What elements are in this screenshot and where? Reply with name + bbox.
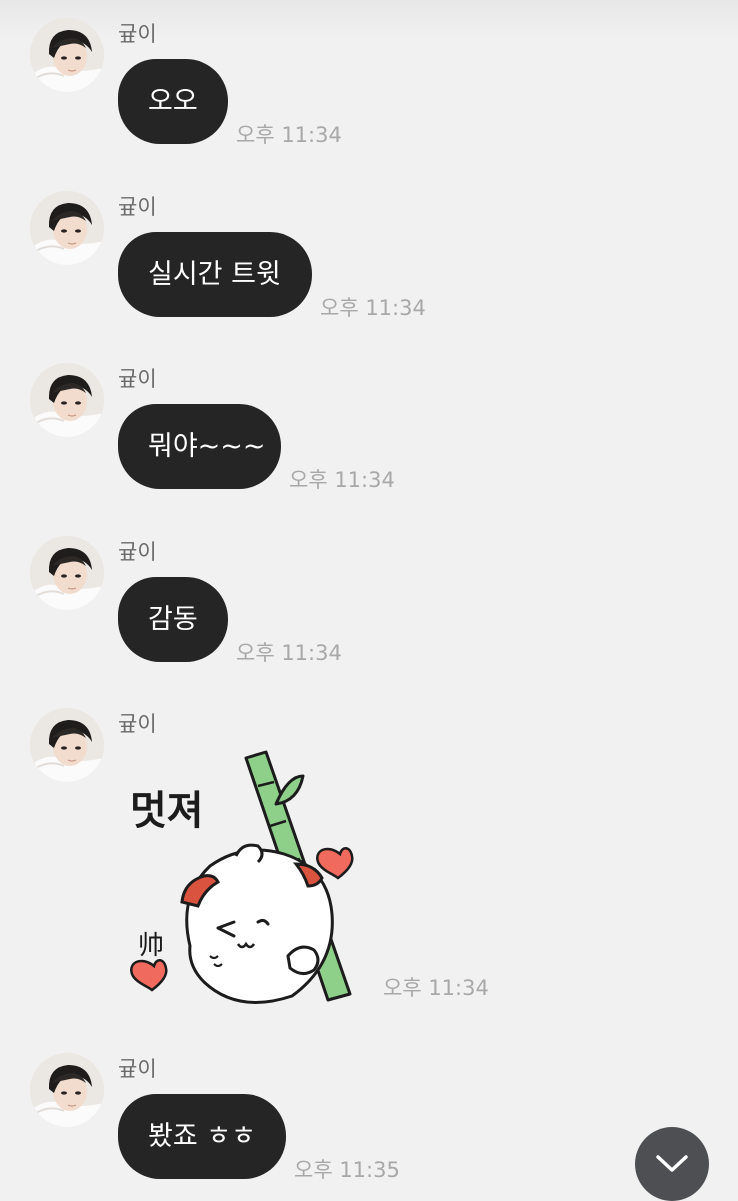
chevron-down-icon bbox=[656, 1155, 688, 1172]
message-bubble[interactable]: 뭐야~~~ bbox=[118, 404, 281, 489]
message-time: 오후 11:35 bbox=[294, 1158, 400, 1182]
sticker-text: 멋져 bbox=[130, 788, 204, 834]
sender-name: 귶이 bbox=[118, 195, 157, 219]
top-shade bbox=[0, 0, 738, 40]
sticker-image: 멋져 帅 bbox=[130, 750, 354, 1004]
message-bubble[interactable]: 봤죠 ㅎㅎ bbox=[118, 1094, 286, 1179]
avatar[interactable] bbox=[30, 18, 104, 92]
avatar[interactable] bbox=[30, 536, 104, 610]
message-time: 오후 11:34 bbox=[289, 468, 395, 492]
message-time: 오후 11:34 bbox=[320, 296, 426, 320]
avatar[interactable] bbox=[30, 363, 104, 437]
message-time: 오후 11:34 bbox=[236, 641, 342, 665]
message-bubble[interactable]: 오오 bbox=[118, 59, 228, 144]
avatar[interactable] bbox=[30, 708, 104, 782]
message-time: 오후 11:34 bbox=[383, 976, 489, 1000]
message-bubble[interactable]: 감동 bbox=[118, 577, 228, 662]
sender-name: 귶이 bbox=[118, 540, 157, 564]
message-time: 오후 11:34 bbox=[236, 123, 342, 147]
message-bubble[interactable]: 실시간 트윗 bbox=[118, 232, 312, 317]
sender-name: 귶이 bbox=[118, 22, 157, 46]
sticker-side-text: 帅 bbox=[138, 931, 164, 961]
avatar[interactable] bbox=[30, 1053, 104, 1127]
scroll-down-button[interactable] bbox=[635, 1127, 709, 1201]
sender-name: 귶이 bbox=[118, 712, 157, 736]
sender-name: 귶이 bbox=[118, 367, 157, 391]
avatar[interactable] bbox=[30, 191, 104, 265]
sender-name: 귶이 bbox=[118, 1057, 157, 1081]
sticker[interactable]: 멋져 帅 bbox=[118, 746, 368, 1006]
